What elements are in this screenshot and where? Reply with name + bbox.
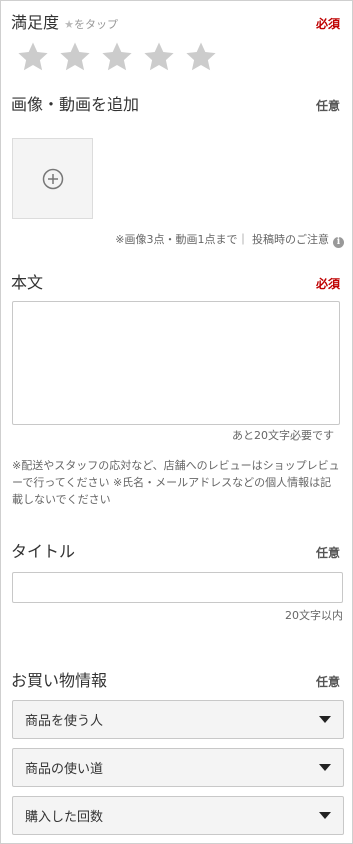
- purchase-optional-badge: 任意: [315, 675, 340, 689]
- purchase-count-select-label: 購入した回数: [25, 810, 104, 825]
- media-section-title: 画像・動画を追加: [11, 95, 140, 114]
- rating-hint: ★をタップ: [64, 18, 118, 31]
- purchase-count-select[interactable]: 購入した回数: [12, 796, 344, 835]
- body-char-counter: あと20文字必要です: [232, 429, 334, 442]
- title-input[interactable]: [12, 572, 343, 603]
- product-user-select-label: 商品を使う人: [25, 714, 104, 729]
- chevron-down-icon: [319, 764, 331, 771]
- star-rating: [17, 41, 217, 73]
- rating-section-title: 満足度 ★をタップ: [11, 13, 118, 35]
- rating-hint-text: をタップ: [73, 18, 118, 31]
- chevron-down-icon: [319, 812, 331, 819]
- posting-caution-label: 投稿時のご注意: [252, 233, 329, 246]
- body-textarea[interactable]: [12, 301, 340, 425]
- media-optional-badge: 任意: [315, 99, 340, 113]
- star-icon-2[interactable]: [59, 41, 91, 73]
- title-char-limit: 20文字以内: [285, 609, 343, 622]
- media-note: ※画像3点・動画1点まで｜ 投稿時のご注意 i: [115, 232, 344, 248]
- product-usage-select[interactable]: 商品の使い道: [12, 748, 344, 787]
- small-star-icon: ★: [64, 18, 74, 31]
- rating-title: 満足度: [11, 13, 60, 32]
- add-media-button[interactable]: [12, 138, 93, 219]
- title-optional-badge: 任意: [315, 546, 340, 560]
- star-icon-3[interactable]: [101, 41, 133, 73]
- review-form: 満足度 ★をタップ 必須 画像・動画を追加 任意 ※画像3点・動画1点まで｜ 投…: [0, 0, 353, 844]
- info-icon: i: [333, 237, 344, 248]
- product-usage-select-label: 商品の使い道: [25, 762, 104, 777]
- body-section-title: 本文: [11, 273, 44, 292]
- body-caution-text: ※配送やスタッフの応対など、店舗へのレビューはショップレビューで行ってください …: [12, 459, 340, 506]
- posting-caution-link[interactable]: 投稿時のご注意 i: [252, 233, 344, 248]
- title-section-title: タイトル: [11, 542, 76, 561]
- rating-required-badge: 必須: [315, 17, 340, 31]
- body-required-badge: 必須: [315, 277, 340, 291]
- purchase-section-title: お買い物情報: [11, 671, 108, 690]
- star-icon-1[interactable]: [17, 41, 49, 73]
- star-icon-4[interactable]: [143, 41, 175, 73]
- media-limit-note: ※画像3点・動画1点まで｜: [115, 233, 249, 246]
- star-icon-5[interactable]: [185, 41, 217, 73]
- chevron-down-icon: [319, 716, 331, 723]
- product-user-select[interactable]: 商品を使う人: [12, 700, 344, 739]
- plus-circle-icon: [42, 168, 63, 189]
